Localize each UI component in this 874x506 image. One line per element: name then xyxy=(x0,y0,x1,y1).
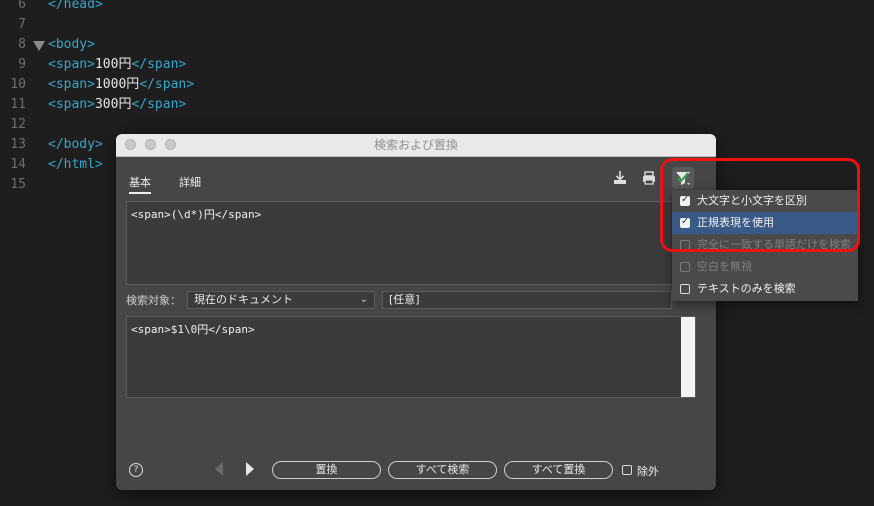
line-number: 9 xyxy=(18,57,26,72)
code-tag: </span> xyxy=(131,57,187,72)
menu-item-ignore-whitespace: 空白を無視 xyxy=(672,256,858,278)
code-tag: </span> xyxy=(131,97,187,112)
code-text: </body> xyxy=(48,137,103,152)
line-number: 15 xyxy=(10,177,26,192)
chevron-down-icon: ⌄ xyxy=(359,294,368,305)
search-target-value: 現在のドキュメント xyxy=(194,293,293,306)
code-text: 300円 xyxy=(94,97,132,112)
exclude-checkbox[interactable] xyxy=(622,465,632,475)
replace-all-button[interactable]: すべて置換 xyxy=(504,461,613,479)
line-number: 7 xyxy=(18,17,26,32)
fold-arrow-icon[interactable] xyxy=(33,41,45,51)
line-number: 11 xyxy=(10,97,26,112)
replace-text: <span>$1\0円</span> xyxy=(131,323,255,336)
line-number: 14 xyxy=(10,157,26,172)
scrollbar[interactable] xyxy=(681,317,695,397)
code-text: 1000円 xyxy=(94,77,140,92)
find-replace-dialog: 検索および置換 基本 詳細 <span>(\d*)円</span> 検索対象： … xyxy=(116,134,716,490)
exclude-label: 除外 xyxy=(637,465,659,478)
line-number: 6 xyxy=(18,0,26,12)
code-text: </html> xyxy=(48,157,103,172)
replace-button[interactable]: 置換 xyxy=(272,461,381,479)
line-number: 12 xyxy=(10,117,26,132)
save-query-icon[interactable] xyxy=(610,170,630,188)
next-arrow-icon[interactable] xyxy=(246,462,254,476)
menu-item-label: テキストのみを検索 xyxy=(697,282,796,295)
tab-basic[interactable]: 基本 xyxy=(129,174,151,194)
code-tag: <span> xyxy=(48,77,95,92)
help-icon[interactable]: ? xyxy=(129,463,143,477)
line-number: 8 xyxy=(18,37,26,52)
code-tag: </span> xyxy=(139,77,195,92)
search-target-select[interactable]: 現在のドキュメント ⌄ xyxy=(187,291,375,309)
search-option-value: [任意] xyxy=(389,293,420,306)
line-number: 10 xyxy=(10,77,26,92)
print-icon[interactable] xyxy=(639,170,659,188)
dialog-title: 検索および置換 xyxy=(373,138,458,152)
replace-input[interactable]: <span>$1\0円</span> xyxy=(126,316,696,398)
tab-detail[interactable]: 詳細 xyxy=(179,174,201,190)
line-number: 13 xyxy=(10,137,26,152)
previous-arrow-icon[interactable] xyxy=(215,462,223,476)
menu-item-label: 空白を無視 xyxy=(697,260,752,273)
red-highlight-annotation xyxy=(660,158,860,252)
search-target-label: 検索対象： xyxy=(126,294,181,307)
code-text: </head> xyxy=(48,0,103,12)
code-tag: <span> xyxy=(48,97,95,112)
code-text: 100円 xyxy=(94,57,132,72)
find-text: <span>(\d*)円</span> xyxy=(131,208,262,221)
checkbox xyxy=(680,262,690,272)
code-text: <body> xyxy=(48,37,95,52)
menu-item-text-only[interactable]: テキストのみを検索 xyxy=(672,278,858,300)
find-input[interactable]: <span>(\d*)円</span> xyxy=(126,201,696,285)
checkbox[interactable] xyxy=(680,284,690,294)
search-option-select[interactable]: [任意] xyxy=(382,291,672,309)
code-tag: <span> xyxy=(48,57,95,72)
find-all-button[interactable]: すべて検索 xyxy=(388,461,497,479)
title-bar[interactable]: 検索および置換 xyxy=(116,134,716,157)
